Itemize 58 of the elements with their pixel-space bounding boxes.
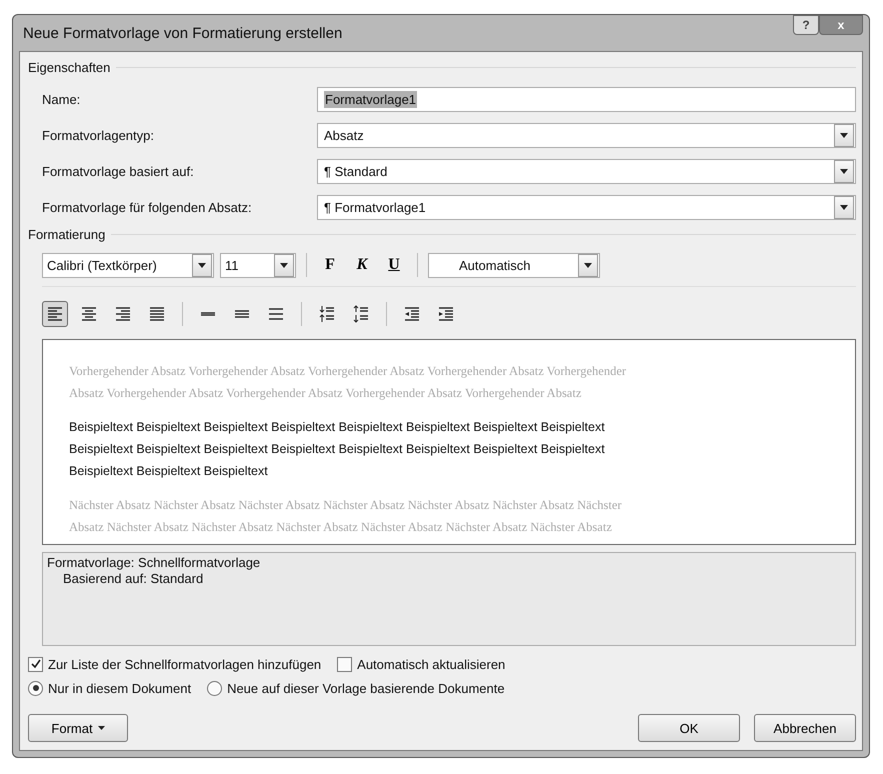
dropdown-field[interactable]: ¶ Standard: [317, 158, 856, 184]
spacing-after-icon: [352, 305, 370, 323]
window-title: Neue Formatvorlage von Formatierung erstellen: [22, 24, 342, 42]
dropdown-arrow-icon: [840, 204, 848, 210]
radio-label: Neue auf dieser Vorlage basierende Dokumente: [227, 680, 505, 696]
align-left-button[interactable]: [42, 301, 68, 327]
italic-button[interactable]: K: [349, 256, 375, 274]
checkbox[interactable]: [337, 656, 352, 672]
checkbox-label: Automatisch aktualisieren: [357, 656, 506, 672]
dropdown-arrow-icon: [840, 132, 848, 138]
preview-text-line: Absatz Vorhergehender Absatz Vorhergehender Absatz Vorhergehender Absatz Vorhergehender Absatz: [69, 385, 582, 402]
radio-label: Nur in diesem Dokument: [48, 680, 192, 696]
underline-button[interactable]: U: [381, 256, 407, 274]
cancel-button[interactable]: Abbrechen: [754, 714, 856, 742]
preview-text-line: Absatz Nächster Absatz Nächster Absatz Nächster Absatz Nächster Absatz Nächster Absatz Nächster Absatz: [69, 519, 613, 536]
align-center-icon: [80, 305, 98, 323]
dropdown-arrow-icon: [840, 168, 848, 174]
field-label: Name:: [42, 92, 82, 106]
color-dropdown[interactable]: Automatisch: [428, 252, 600, 278]
align-right-icon: [114, 305, 132, 323]
description-text: Formatvorlage: Schnellformatvorlage: [47, 555, 262, 571]
field-label: Formatvorlage für folgenden Absatz:: [42, 200, 253, 214]
dropdown-field[interactable]: Absatz: [317, 122, 856, 148]
align-left-icon: [46, 305, 64, 323]
indent-decrease-icon: [403, 305, 421, 323]
font-dropdown[interactable]: Calibri (Textkörper): [42, 252, 214, 278]
radio-button[interactable]: [28, 680, 43, 696]
field-label: Formatvorlagentyp:: [42, 128, 155, 142]
dropdown-arrow-icon: [584, 262, 592, 268]
sample-text-line: Beispieltext Beispieltext Beispieltext: [69, 463, 269, 480]
size-dropdown[interactable]: 11: [220, 252, 296, 278]
ok-button[interactable]: OK: [638, 714, 740, 742]
bold-button[interactable]: F: [317, 256, 343, 274]
dropdown-field[interactable]: ¶ Formatvorlage1: [317, 194, 856, 220]
dropdown-arrow-icon: [280, 262, 288, 268]
single-spacing-icon: [199, 312, 217, 316]
justify-icon: [148, 305, 166, 323]
one-half-spacing-icon: [233, 310, 251, 318]
preview-text-line: Nächster Absatz Nächster Absatz Nächster Absatz Nächster Absatz Nächster Absatz Nächster Absatz Nächster: [69, 497, 623, 514]
name-field[interactable]: Formatvorlage1: [317, 86, 856, 112]
indent-increase-icon: [437, 305, 455, 323]
description-text: Basierend auf: Standard: [62, 571, 204, 587]
sample-text-line: Beispieltext Beispieltext Beispieltext Beispieltext Beispieltext Beispieltext Beispieltext Beispieltext: [69, 441, 606, 458]
spacing-before-icon: [318, 305, 336, 323]
help-button[interactable]: ?: [793, 15, 819, 35]
double-spacing-icon: [267, 308, 285, 320]
caret-icon: [98, 726, 105, 730]
field-label: Formatvorlage basiert auf:: [42, 164, 195, 178]
group-title: Formatierung: [28, 227, 106, 242]
checkmark-icon: [30, 659, 40, 669]
checkbox-label: Zur Liste der Schnellformatvorlagen hinzufügen: [48, 656, 322, 672]
sample-text-line: Beispieltext Beispieltext Beispieltext Beispieltext Beispieltext Beispieltext Beispieltext Beispieltext: [69, 419, 606, 436]
radio-button[interactable]: [207, 680, 222, 696]
preview-text-line: Vorhergehender Absatz Vorhergehender Absatz Vorhergehender Absatz Vorhergehender Absatz Vorhergehender: [69, 363, 628, 380]
format-menu-button[interactable]: Format: [28, 714, 128, 742]
dropdown-arrow-icon: [198, 262, 206, 268]
group-title: Eigenschaften: [28, 60, 110, 75]
checkbox[interactable]: [28, 656, 43, 672]
